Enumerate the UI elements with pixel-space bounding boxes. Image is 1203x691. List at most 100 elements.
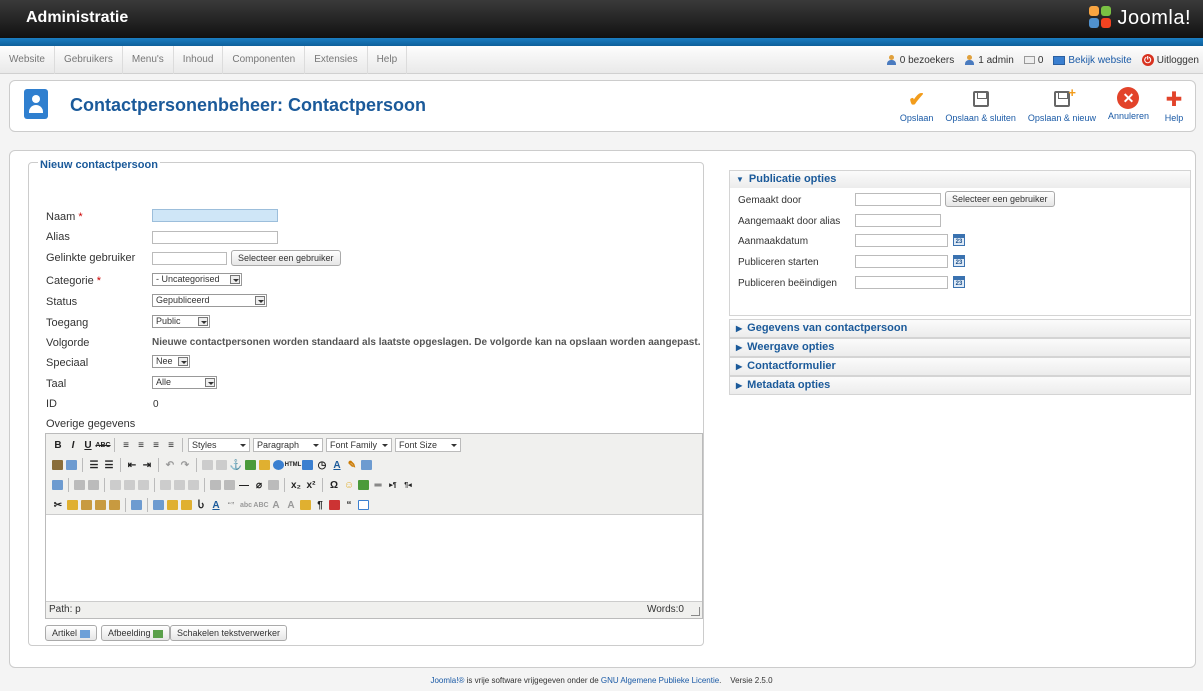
ltr-icon[interactable]: ▸¶	[387, 479, 399, 491]
replace-icon[interactable]	[66, 460, 77, 470]
strikethrough-icon[interactable]: ABC	[95, 439, 110, 451]
toggle-editor-button[interactable]: Schakelen tekstverwerker	[170, 625, 288, 641]
move-backward-icon[interactable]	[181, 500, 192, 510]
featured-select[interactable]: Nee	[152, 355, 190, 368]
contact-info-header[interactable]: ▶ Gegevens van contactpersoon	[730, 320, 1190, 337]
del-icon[interactable]: A	[270, 499, 282, 511]
split-cell-icon[interactable]	[138, 480, 149, 490]
save-new-button[interactable]: Opslaan & nieuw	[1024, 85, 1100, 123]
delete-col-icon[interactable]	[174, 480, 185, 490]
subscript-icon[interactable]: x₂	[290, 479, 302, 491]
paste-icon[interactable]	[81, 500, 92, 510]
styleprops-icon[interactable]: A	[210, 499, 222, 511]
paste-word-icon[interactable]	[109, 500, 120, 510]
fullscreen-icon[interactable]	[361, 460, 372, 470]
cut-icon[interactable]: ✂	[52, 499, 64, 511]
menu-components[interactable]: Componenten	[223, 46, 306, 74]
media-icon[interactable]	[358, 480, 369, 490]
publish-up-field[interactable]	[855, 255, 948, 268]
contact-form-header[interactable]: ▶ Contactformulier	[730, 358, 1190, 375]
italic-icon[interactable]: I	[67, 439, 79, 451]
align-right-icon[interactable]: ≡	[150, 439, 162, 451]
link-icon[interactable]	[202, 460, 213, 470]
pilcrow-icon[interactable]: ¶	[314, 499, 326, 511]
undo-icon[interactable]: ↶	[164, 459, 176, 471]
linked-user-field[interactable]	[152, 252, 227, 265]
edit-icon[interactable]	[52, 480, 63, 490]
menu-extensions[interactable]: Extensies	[305, 46, 368, 74]
language-select[interactable]: Alle	[152, 376, 217, 389]
date-icon[interactable]	[302, 460, 313, 470]
bg-color-icon[interactable]: ✎	[346, 459, 358, 471]
text-color-icon[interactable]: A	[331, 459, 343, 471]
created-by-alias-field[interactable]	[855, 214, 941, 227]
joomla-brand-link[interactable]: Joomla!®	[430, 676, 464, 685]
absolute-icon[interactable]: Ⴑ	[195, 499, 207, 511]
cite-icon[interactable]: “”	[225, 499, 237, 511]
category-select[interactable]: - Uncategorised	[152, 273, 242, 286]
html-icon[interactable]: HTML	[285, 459, 302, 471]
font-family-dropdown[interactable]: Font Family	[326, 438, 392, 452]
outdent-icon[interactable]: ⇤	[126, 459, 138, 471]
resize-grip-icon[interactable]	[691, 607, 700, 616]
template-icon[interactable]	[329, 500, 340, 510]
align-center-icon[interactable]: ≡	[135, 439, 147, 451]
select-creator-button[interactable]: Selecteer een gebruiker	[945, 191, 1055, 207]
menu-website[interactable]: Website	[0, 46, 55, 74]
save-button[interactable]: ✔ Opslaan	[896, 87, 938, 124]
menu-help[interactable]: Help	[368, 46, 408, 74]
cleanup-icon[interactable]	[259, 460, 270, 470]
special-char-icon[interactable]: Ω	[328, 479, 340, 491]
insert-col-icon[interactable]	[160, 480, 171, 490]
bold-icon[interactable]: B	[52, 439, 64, 451]
ins-icon[interactable]: A	[285, 499, 297, 511]
metadata-options-header[interactable]: ▶ Metadata opties	[730, 377, 1190, 394]
visual-aid-icon[interactable]	[210, 480, 221, 490]
article-button[interactable]: Artikel	[45, 625, 97, 641]
insert-layer-icon[interactable]	[153, 500, 164, 510]
editor-content-area[interactable]	[46, 514, 702, 602]
align-justify-icon[interactable]: ≡	[165, 439, 177, 451]
menu-content[interactable]: Inhoud	[174, 46, 224, 74]
move-forward-icon[interactable]	[167, 500, 178, 510]
remove-format-icon[interactable]: ⌀	[253, 479, 265, 491]
image-icon[interactable]	[245, 460, 256, 470]
find-icon[interactable]	[52, 460, 63, 470]
save-close-button[interactable]: Opslaan & sluiten	[941, 87, 1020, 123]
abbr-icon[interactable]: abc	[240, 499, 252, 511]
publish-down-field[interactable]	[855, 276, 948, 289]
insert-row-icon[interactable]	[110, 480, 121, 490]
anchor-icon[interactable]: ⚓	[230, 459, 242, 471]
created-by-field[interactable]	[855, 193, 941, 206]
cancel-button[interactable]: ✕ Annuleren	[1104, 87, 1153, 123]
license-link[interactable]: GNU Algemene Publieke Licentie	[601, 676, 719, 685]
view-site-link[interactable]: Bekijk website	[1053, 55, 1132, 66]
time-icon[interactable]: ◷	[316, 459, 328, 471]
paragraph-dropdown[interactable]: Paragraph	[253, 438, 323, 452]
numbered-list-icon[interactable]: ☰	[103, 459, 115, 471]
display-options-header[interactable]: ▶ Weergave opties	[730, 339, 1190, 356]
merge-icon[interactable]	[188, 480, 199, 490]
access-select[interactable]: Public	[152, 315, 210, 328]
paste-text-icon[interactable]	[95, 500, 106, 510]
status-select[interactable]: Gepubliceerd	[152, 294, 267, 307]
table-icon[interactable]	[74, 480, 85, 490]
hr-table-icon[interactable]	[224, 480, 235, 490]
help-button[interactable]: ✚ Help	[1157, 87, 1191, 124]
help-icon[interactable]	[273, 460, 284, 470]
select-all-icon[interactable]	[131, 500, 142, 510]
acronym-icon[interactable]: ABC	[253, 499, 268, 511]
menu-menus[interactable]: Menu's	[123, 46, 174, 74]
select-linked-user-button[interactable]: Selecteer een gebruiker	[231, 250, 341, 266]
redo-icon[interactable]: ↷	[179, 459, 191, 471]
align-left-icon[interactable]: ≡	[120, 439, 132, 451]
image-button[interactable]: Afbeelding	[101, 625, 171, 641]
pagebreak-icon[interactable]	[358, 500, 369, 510]
visualaid-icon[interactable]	[268, 480, 279, 490]
emoticon-icon[interactable]: ☺	[343, 479, 355, 491]
underline-icon[interactable]: U	[82, 439, 94, 451]
attributes-icon[interactable]	[300, 500, 311, 510]
bullet-list-icon[interactable]: ☰	[88, 459, 100, 471]
copy-icon[interactable]	[67, 500, 78, 510]
font-size-dropdown[interactable]: Font Size	[395, 438, 461, 452]
